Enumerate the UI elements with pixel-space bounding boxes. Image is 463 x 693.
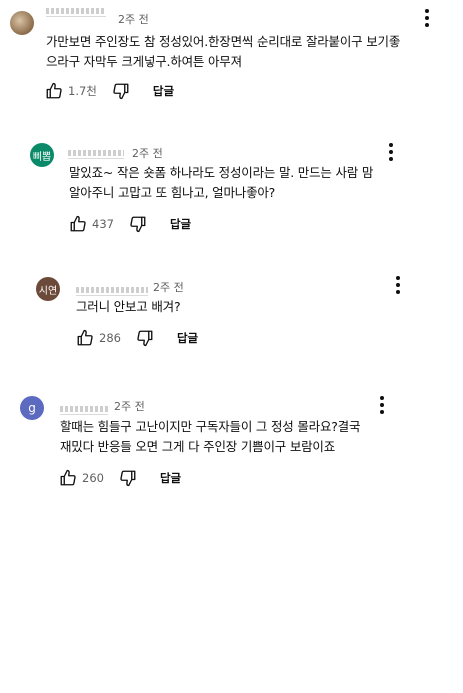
author-name[interactable] [76,287,148,296]
comment-text: 할때는 힘들구 고난이지만 구독자들이 그 정성 몰라요?결국 재밌다 반응들 … [60,417,360,457]
reply-button[interactable]: 답글 [153,83,174,99]
comment-line: 할때는 힘들구 고난이지만 구독자들이 그 정성 몰라요?결국 [60,419,361,434]
comment-actions: 260 답글 [58,468,181,488]
avatar[interactable] [10,11,34,35]
comment-time: 2주 전 [114,400,145,413]
thumbs-up-icon[interactable] [44,81,64,101]
like-count: 260 [82,471,104,485]
author-name[interactable] [60,406,108,415]
reply-button[interactable]: 답글 [160,470,181,486]
like-count: 286 [99,331,121,345]
thumbs-down-icon[interactable] [118,468,138,488]
reply-button[interactable]: 답글 [177,330,198,346]
reply-button[interactable]: 답글 [170,216,191,232]
comment-line: 알아주니 고맙고 또 힘나고, 얼마나좋아? [69,185,276,200]
author-name[interactable] [68,150,124,159]
comment-actions: 286 답글 [75,328,198,348]
comment-line: 그러니 안보고 배겨? [76,299,181,314]
thumbs-down-icon[interactable] [128,214,148,234]
like-count: 1.7천 [68,84,97,98]
comment-time: 2주 전 [132,147,163,160]
avatar[interactable]: g [20,396,44,420]
avatar[interactable]: 시연 [36,277,60,301]
thumbs-up-icon[interactable] [58,468,78,488]
comment-actions: 437 답글 [68,214,191,234]
comment-text: 그러니 안보고 배겨? [76,297,181,317]
comment-line: 으라구 자막두 크게넣구.하여튼 아무져 [46,54,242,69]
comment-line: 가만보면 주인장도 참 정성있어.한장면씩 순리대로 잘라붙이구 보기좋 [46,34,401,49]
more-vert-icon[interactable] [383,141,399,163]
like-count: 437 [92,217,114,231]
thumbs-down-icon[interactable] [135,328,155,348]
more-vert-icon[interactable] [419,7,435,29]
comment-line: 말있죠~ 작은 숏폼 하나라도 정성이라는 말. 만드는 사람 맘 [69,165,374,180]
thumbs-up-icon[interactable] [68,214,88,234]
more-vert-icon[interactable] [374,394,390,416]
comment-time: 2주 전 [118,13,149,26]
author-name[interactable] [46,8,106,17]
more-vert-icon[interactable] [390,274,406,296]
thumbs-up-icon[interactable] [75,328,95,348]
comment-time: 2주 전 [153,281,184,294]
comment-actions: 1.7천 답글 [44,81,174,101]
comment-text: 말있죠~ 작은 숏폼 하나라도 정성이라는 말. 만드는 사람 맘 알아주니 고… [69,163,373,203]
avatar[interactable]: 삐뽑 [30,143,54,167]
comment-text: 가만보면 주인장도 참 정성있어.한장면씩 순리대로 잘라붙이구 보기좋 으라구… [46,32,400,72]
thumbs-down-icon[interactable] [111,81,131,101]
comment-line: 재밌다 반응들 오면 그게 다 주인장 기쁨이구 보람이죠 [60,439,336,454]
